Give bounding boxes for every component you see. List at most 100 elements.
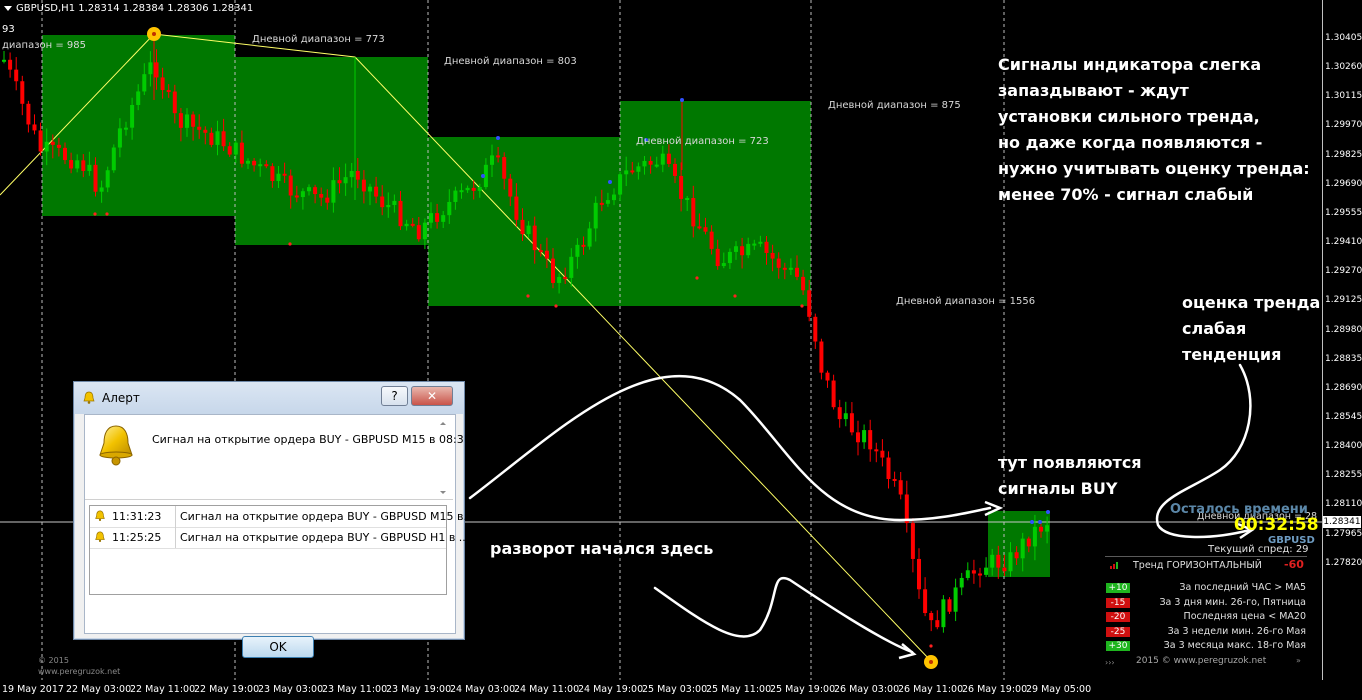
candle-body: [917, 558, 921, 590]
candle-body: [2, 59, 6, 62]
candle-body: [246, 160, 250, 164]
score-tag: -15: [1106, 597, 1130, 608]
candle-body: [111, 147, 116, 171]
candle-body: [874, 449, 879, 452]
range-box: [42, 35, 235, 216]
candle-body: [862, 430, 867, 443]
list-item[interactable]: 11:31:23 Сигнал на открытие ордера BUY -…: [90, 506, 474, 528]
signal-dot: [1038, 520, 1042, 524]
ok-button[interactable]: OK: [242, 636, 314, 658]
candle-body: [197, 126, 202, 130]
score-tag: -25: [1106, 626, 1130, 637]
candle-body: [557, 276, 562, 283]
candle-body: [593, 202, 598, 229]
dropdown-triangle-icon[interactable]: [4, 5, 12, 11]
candle-body: [538, 250, 543, 253]
signal-dot: [1030, 520, 1034, 524]
candle-body: [130, 104, 135, 128]
candle-body: [233, 142, 238, 155]
candle-body: [404, 223, 409, 227]
candle-body: [788, 267, 793, 270]
annotation-trend-eval: оценка тренда слабая тенденция: [1182, 293, 1321, 364]
price-tick-label: 1.28545: [1325, 411, 1362, 422]
candle-body: [935, 620, 940, 628]
candle-body: [618, 174, 623, 195]
signal-dot: [105, 212, 109, 216]
candle-body: [971, 570, 976, 574]
score-reason: За 3 недели мин. 26-го Мая: [1167, 625, 1306, 637]
candle-body: [105, 170, 110, 188]
annotation-reversal: разворот начался здесь: [490, 539, 714, 558]
candle-body: [715, 248, 720, 267]
score-tag: -20: [1106, 612, 1130, 622]
candle-body: [923, 589, 928, 614]
candle-body: [87, 164, 92, 171]
candle-body: [477, 187, 482, 191]
candle-body: [258, 164, 263, 167]
candle-body: [520, 219, 525, 235]
time-tick-label: 19 May 2017: [2, 684, 64, 695]
annotation-buy-signals: тут появляются сигналы BUY: [998, 453, 1142, 498]
close-button[interactable]: ✕: [411, 386, 453, 406]
spread-text: Текущий спред: 29: [1208, 544, 1309, 555]
candle-body: [8, 59, 13, 70]
candle-body: [99, 187, 104, 192]
candle-body: [288, 175, 293, 196]
candle-body: [1002, 567, 1007, 572]
candle-body: [20, 81, 25, 104]
time-tick-label: 26 May 19:00: [962, 684, 1028, 695]
candle-body: [612, 194, 616, 201]
candle-body: [307, 187, 311, 192]
candle-body: [849, 413, 854, 433]
candle-body: [666, 153, 671, 164]
signal-dot: [608, 180, 612, 184]
candle-body: [587, 228, 592, 247]
candle-body: [337, 180, 342, 184]
symbol-header: GBPUSD,H1 1.28314 1.28384 1.28306 1.2834…: [4, 3, 253, 14]
candle-body: [172, 91, 177, 114]
candle-body: [38, 130, 43, 152]
range-label-4: Дневной диапазон = 723: [636, 136, 769, 147]
candle-body: [526, 225, 531, 235]
alert-history-list[interactable]: 11:31:23 Сигнал на открытие ордера BUY -…: [89, 505, 474, 595]
candle-body: [374, 186, 379, 197]
candle-body: [990, 554, 995, 568]
candle-body: [447, 201, 452, 216]
candle-body: [471, 187, 476, 191]
time-tick-label: 23 May 03:00: [258, 684, 324, 695]
candle-body: [1020, 538, 1025, 559]
alert-title: Алерт: [102, 391, 140, 405]
price-tick-label: 1.28690: [1325, 382, 1362, 393]
candle-body: [837, 407, 842, 420]
candle-body: [569, 256, 574, 278]
candle-body: [361, 179, 366, 192]
candle-body: [581, 244, 586, 247]
range-box: [620, 101, 811, 306]
candle-body: [319, 194, 324, 198]
candle-body: [660, 153, 665, 165]
time-tick-label: 23 May 11:00: [322, 684, 388, 695]
alert-titlebar[interactable]: Алерт ? ✕: [74, 382, 464, 414]
alert-dialog[interactable]: Алерт ? ✕ Сигнал на открытие ордера BUY …: [73, 381, 474, 658]
score-tag: +10: [1106, 583, 1130, 593]
candle-body: [44, 141, 49, 152]
candle-body: [636, 166, 641, 172]
help-button[interactable]: ?: [381, 386, 408, 406]
time-tick-label: 26 May 11:00: [898, 684, 964, 695]
score-reason: За последний ЧАС > MA5: [1179, 582, 1306, 593]
time-tick-label: 25 May 11:00: [706, 684, 772, 695]
message-scrollbar[interactable]: [437, 421, 449, 495]
candle-body: [880, 450, 885, 458]
list-item[interactable]: 11:25:25 Сигнал на открытие ордера BUY -…: [90, 527, 469, 549]
watermark-year: © 2015: [38, 656, 69, 665]
current-price-label: 1.28341: [1323, 516, 1361, 528]
candle-body: [166, 90, 171, 93]
price-tick-label: 1.28980: [1325, 324, 1362, 335]
candle-body: [752, 243, 757, 246]
chart-window[interactable]: GBPUSD,H1 1.28314 1.28384 1.28306 1.2834…: [0, 0, 1362, 700]
candle-body: [508, 178, 513, 197]
countdown-timer: 00:32:58: [1234, 515, 1319, 535]
alert-body: Сигнал на открытие ордера BUY - GBPUSD M…: [84, 414, 474, 658]
time-tick-label: 24 May 19:00: [578, 684, 644, 695]
candle-body: [435, 213, 440, 222]
